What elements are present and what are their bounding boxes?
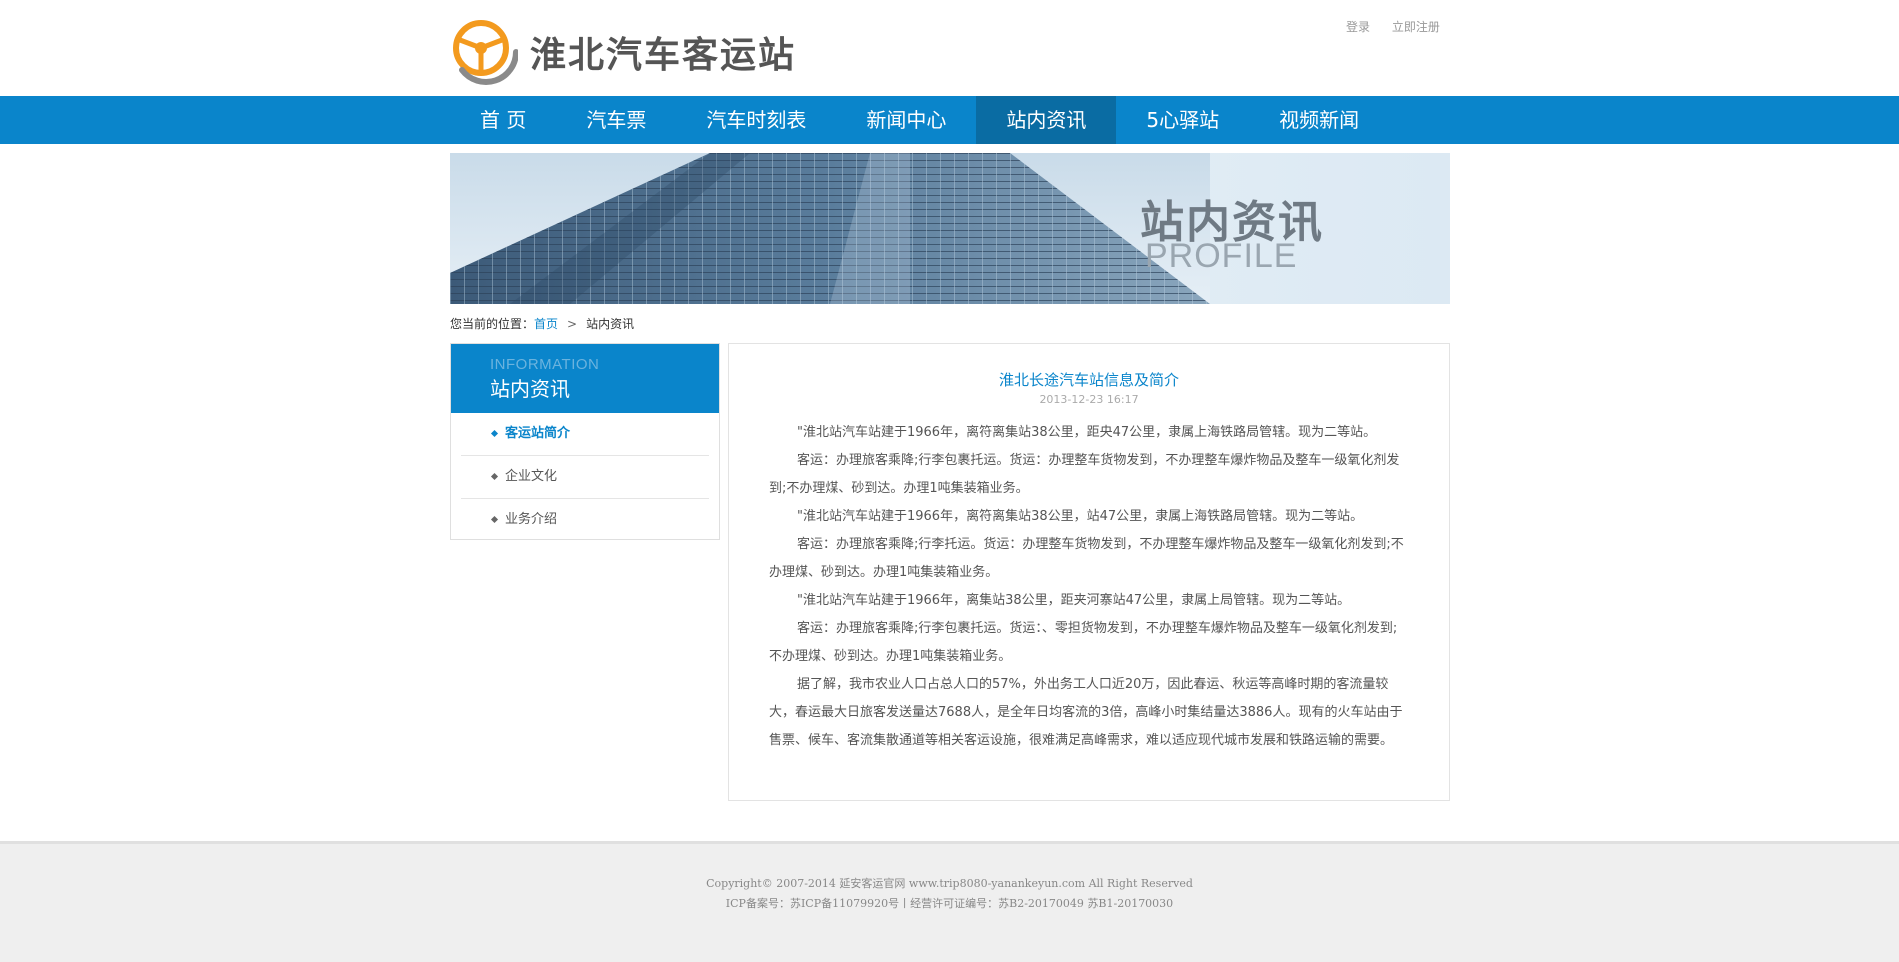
nav-item-bus-tickets[interactable]: 汽车票 [556,96,676,144]
nav-item-video-news[interactable]: 视频新闻 [1249,96,1389,144]
nav-item-home[interactable]: 首 页 [450,96,556,144]
article-date: 2013-12-23 16:17 [1039,393,1139,406]
sidebar-cn-title: 站内资讯 [490,377,570,401]
nav-item-timetable[interactable]: 汽车时刻表 [676,96,836,144]
site-footer: Copyright© 2007-2014 延安客运官网 www.trip8080… [0,841,1899,962]
sidebar-item-station-intro[interactable]: 客运站简介 [461,413,709,456]
article-paragraph: "淮北站汽车站建于1966年，离符离集站38公里，站47公里，隶属上海铁路局管辖… [797,509,1364,524]
breadcrumb: 您当前的位置：首页 > 站内资讯 [450,315,634,332]
top-links: 登录 立即注册 [1346,18,1440,35]
breadcrumb-home-link[interactable]: 首页 [534,317,558,331]
main-nav: 首 页 汽车票 汽车时刻表 新闻中心 站内资讯 5心驿站 视频新闻 [0,96,1899,144]
breadcrumb-separator: > [567,317,578,331]
article-paragraph: 据了解，我市农业人口占总人口的57%，外出务工人口近20万，因此春运、秋运等高峰… [769,677,1403,748]
diamond-bullet-icon [490,515,499,524]
article-paragraph: "淮北站汽车站建于1966年，离集站38公里，距夹河寨站47公里，隶属上局管辖。… [797,593,1351,608]
article-paragraph: 客运：办理旅客乘降;行李托运。货运：办理整车货物发到，不办理整车爆炸物品及整车一… [769,537,1404,580]
steering-wheel-logo-icon [453,20,518,85]
article-paragraph: 客运：办理旅客乘降;行李包裹托运。货运：、零担货物发到，不办理整车爆炸物品及整车… [769,621,1398,664]
breadcrumb-prefix: 您当前的位置： [450,317,535,331]
nav-item-news-center[interactable]: 新闻中心 [836,96,976,144]
sidebar-header: INFORMATION 站内资讯 [451,344,719,413]
nav-item-station-info[interactable]: 站内资讯 [976,96,1117,144]
sidebar-item-corporate-culture[interactable]: 企业文化 [461,456,709,499]
register-link[interactable]: 立即注册 [1392,20,1440,34]
sidebar-en-title: INFORMATION [490,356,600,373]
nav-item-5heart-station[interactable]: 5心驿站 [1116,96,1249,144]
site-logo[interactable]: 淮北汽车客运站 [450,18,796,86]
article-body: "淮北站汽车站建于1966年，离符离集站38公里，距央47公里，隶属上海铁路局管… [769,419,1404,755]
sidebar-item-label: 客运站简介 [505,426,571,441]
article-paragraph: 客运：办理旅客乘降;行李包裹托运。货运：办理整车货物发到，不办理整车爆炸物品及整… [769,453,1400,496]
footer-copyright: Copyright© 2007-2014 延安客运官网 www.trip8080… [706,877,1193,890]
login-link[interactable]: 登录 [1346,20,1370,34]
sidebar-item-label: 业务介绍 [505,512,558,527]
building-image [450,153,1210,304]
diamond-bullet-icon [490,472,499,481]
breadcrumb-current: 站内资讯 [586,317,635,331]
footer-icp: ICP备案号：苏ICP备11079920号丨经营许可证编号：苏B2-201700… [725,897,1174,910]
page: 淮北汽车客运站 登录 立即注册 首 页 汽车票 汽车时刻表 新闻中心 站内资讯 … [0,0,1899,962]
sidebar-list: 客运站简介 企业文化 业务介绍 [451,413,719,541]
site-header: 淮北汽车客运站 登录 立即注册 [0,0,1899,96]
article-panel: 淮北长途汽车站信息及简介 2013-12-23 16:17 "淮北站汽车站建于1… [728,343,1450,801]
sidebar-item-label: 企业文化 [505,469,558,484]
sidebar-item-business-intro[interactable]: 业务介绍 [461,499,709,541]
diamond-bullet-icon [490,429,499,438]
site-logo-text: 淮北汽车客运站 [530,35,797,76]
page-banner: 站内资讯 PROFILE [450,153,1450,304]
sidebar: INFORMATION 站内资讯 客运站简介 企业文化 业务介绍 [450,343,720,540]
article-paragraph: "淮北站汽车站建于1966年，离符离集站38公里，距央47公里，隶属上海铁路局管… [797,425,1377,440]
banner-subtitle: PROFILE [1145,237,1298,275]
article-title: 淮北长途汽车站信息及简介 [998,371,1179,389]
